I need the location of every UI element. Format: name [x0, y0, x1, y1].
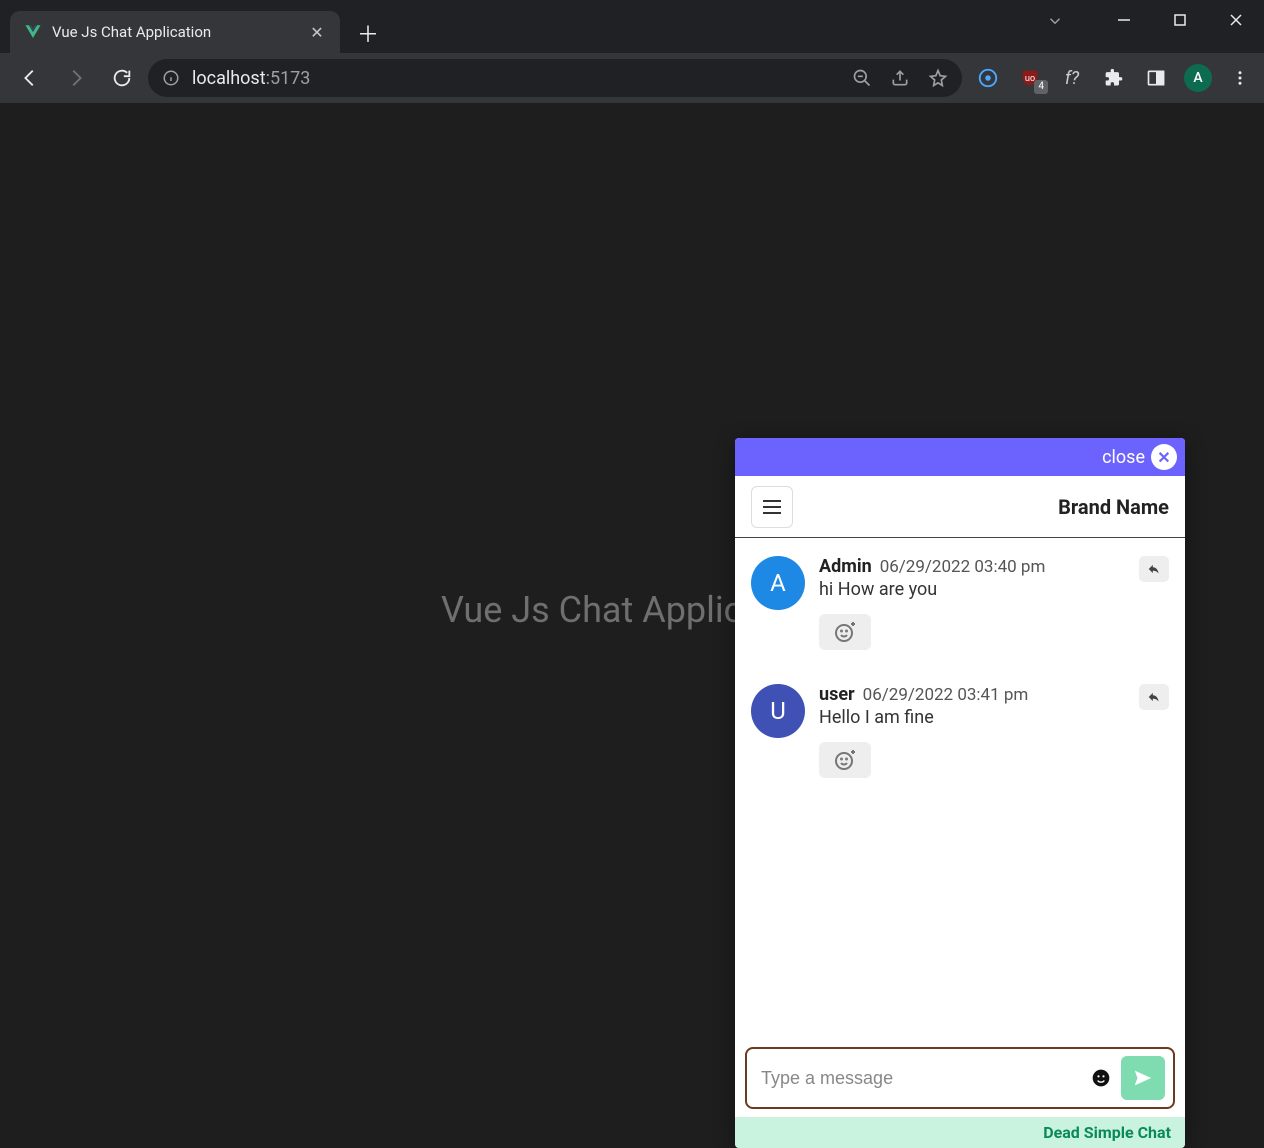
tab-close-icon[interactable]: ✕: [308, 23, 326, 41]
message-avatar: A: [751, 556, 805, 610]
tab-title: Vue Js Chat Application: [52, 23, 298, 41]
window-controls: [1096, 0, 1264, 40]
emoji-button[interactable]: [1091, 1068, 1111, 1088]
window-minimize-icon[interactable]: [1096, 0, 1152, 40]
ublock-badge: 4: [1034, 80, 1048, 94]
ublock-icon[interactable]: uo 4: [1016, 64, 1044, 92]
extension-icon-1[interactable]: [974, 64, 1002, 92]
message-timestamp: 06/29/2022 03:40 pm: [880, 557, 1046, 577]
extensions-puzzle-icon[interactable]: [1100, 64, 1128, 92]
extensions-area: uo 4 f? A: [968, 64, 1254, 92]
profile-avatar[interactable]: A: [1184, 64, 1212, 92]
reload-button[interactable]: [102, 58, 142, 98]
chat-close-label[interactable]: close: [1102, 447, 1145, 468]
chat-widget: close ✕ Brand Name A Admin 06/29/2022 03…: [735, 438, 1185, 1148]
side-panel-icon[interactable]: [1142, 64, 1170, 92]
add-reaction-button[interactable]: [819, 614, 871, 650]
chat-input-box: [745, 1047, 1175, 1109]
chat-topbar: close ✕: [735, 438, 1185, 476]
tab-search-icon[interactable]: [1046, 12, 1064, 30]
reply-button[interactable]: [1139, 556, 1169, 582]
chat-input-row: [735, 1047, 1185, 1117]
message-timestamp: 06/29/2022 03:41 pm: [863, 685, 1029, 705]
page-content: Vue Js Chat Application close ✕ Brand Na…: [0, 103, 1264, 1116]
zoom-out-icon[interactable]: [852, 68, 872, 88]
send-button[interactable]: [1121, 1056, 1165, 1100]
reply-button[interactable]: [1139, 684, 1169, 710]
chat-message: A Admin 06/29/2022 03:40 pm hi How are y…: [751, 556, 1169, 650]
message-avatar: U: [751, 684, 805, 738]
add-reaction-button[interactable]: [819, 742, 871, 778]
vue-logo-icon: [24, 23, 42, 41]
chat-message-input[interactable]: [761, 1068, 1081, 1089]
share-icon[interactable]: [890, 68, 910, 88]
chat-footer-link[interactable]: Dead Simple Chat: [735, 1117, 1185, 1148]
site-info-icon[interactable]: [162, 69, 180, 87]
window-close-icon[interactable]: [1208, 0, 1264, 40]
extension-icon-f[interactable]: f?: [1058, 64, 1086, 92]
browser-menu-icon[interactable]: [1226, 64, 1254, 92]
window-maximize-icon[interactable]: [1152, 0, 1208, 40]
message-sender: Admin: [819, 556, 872, 577]
forward-button[interactable]: [56, 58, 96, 98]
browser-tab[interactable]: Vue Js Chat Application ✕: [10, 11, 340, 53]
bookmark-icon[interactable]: [928, 68, 948, 88]
chat-messages: A Admin 06/29/2022 03:40 pm hi How are y…: [735, 538, 1185, 1047]
chat-menu-button[interactable]: [751, 486, 793, 528]
new-tab-button[interactable]: ＋: [352, 17, 384, 49]
chat-close-icon[interactable]: ✕: [1151, 444, 1177, 470]
url-text: localhost:5173: [192, 68, 310, 89]
back-button[interactable]: [10, 58, 50, 98]
chat-brand-name: Brand Name: [1058, 495, 1169, 519]
message-text: Hello I am fine: [819, 707, 1169, 728]
browser-toolbar: localhost:5173 uo 4 f?: [0, 53, 1264, 103]
address-bar[interactable]: localhost:5173: [148, 59, 962, 97]
browser-titlebar: Vue Js Chat Application ✕ ＋: [0, 0, 1264, 53]
message-sender: user: [819, 684, 855, 705]
chat-message: U user 06/29/2022 03:41 pm Hello I am fi…: [751, 684, 1169, 778]
message-text: hi How are you: [819, 579, 1169, 600]
chat-header: Brand Name: [735, 476, 1185, 538]
